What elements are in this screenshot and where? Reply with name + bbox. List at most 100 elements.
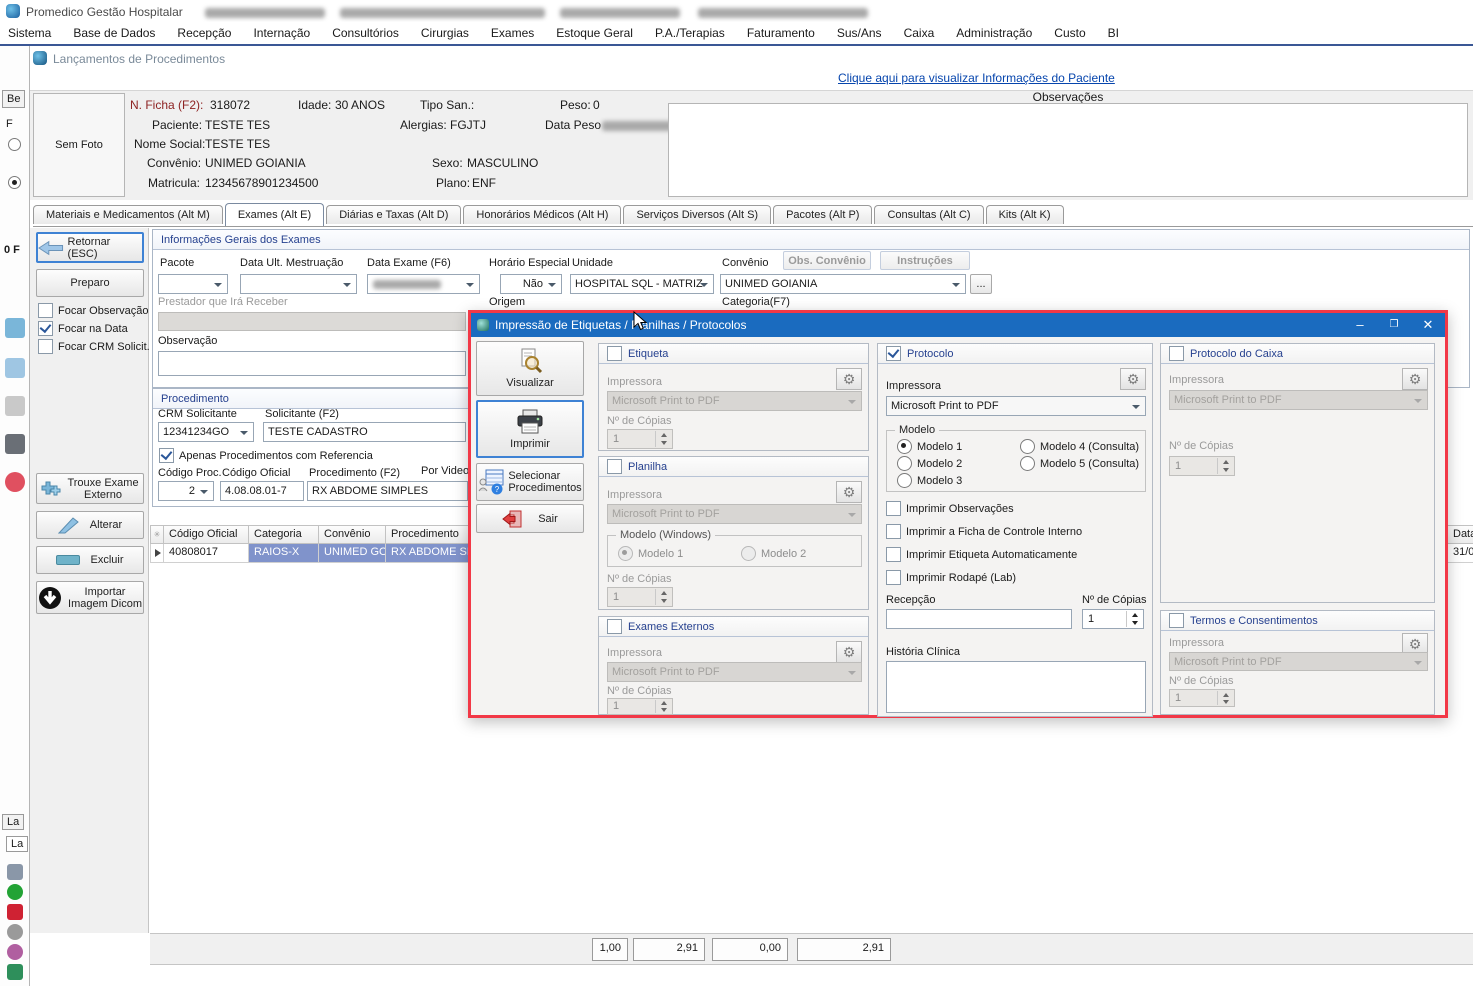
prestador-input[interactable] [158,312,466,331]
importar-dicom-button[interactable]: ImportarImagem Dicom [36,581,144,614]
planilha-checkbox[interactable] [607,459,622,474]
edge-radio[interactable] [8,176,21,189]
tab-exames[interactable]: Exames (Alt E) [225,203,324,226]
edge-icon[interactable] [5,358,25,378]
historia-clinica-textarea[interactable] [886,661,1146,713]
protocolo-modelo1-radio[interactable]: Modelo 1 [897,439,962,454]
protocolo-caixa-printer-select[interactable]: Microsoft Print to PDF [1169,390,1428,410]
codigo-proc-select[interactable]: 2 [158,481,214,501]
grid-col-categoria[interactable]: Categoria [249,525,319,544]
data-exame-select[interactable] [367,274,480,294]
apenas-referencia-checkbox[interactable]: Apenas Procedimentos com Referencia [159,448,373,463]
solicitante-input[interactable]: TESTE CADASTRO [263,422,466,442]
focar-na-data-checkbox[interactable]: Focar na Data [38,321,128,336]
menu-cirurgias[interactable]: Cirurgias [421,26,469,40]
imprimir-rodape-checkbox[interactable]: Imprimir Rodapé (Lab) [886,570,1016,585]
focar-crm-checkbox[interactable]: Focar CRM Solicit. [38,339,150,354]
protocolo-caixa-checkbox[interactable] [1169,346,1184,361]
protocolo-modelo3-radio[interactable]: Modelo 3 [897,473,962,488]
edge-icon[interactable] [7,904,23,920]
menu-custo[interactable]: Custo [1054,26,1085,40]
exames-externos-copies-spinner[interactable]: 1 [607,698,673,715]
menu-internacao[interactable]: Internação [253,26,310,40]
menu-bi[interactable]: BI [1108,26,1119,40]
menu-faturamento[interactable]: Faturamento [747,26,815,40]
trouxe-exame-externo-button[interactable]: Trouxe ExameExterno [36,473,144,504]
recepcao-input[interactable] [886,609,1072,629]
crm-solicitante-select[interactable]: 12341234GO [158,422,254,442]
etiqueta-printer-settings-button[interactable]: ⚙ [836,368,862,390]
codigo-oficial-input[interactable]: 4.08.08.01-7 [220,481,304,501]
grid-col-data[interactable]: Data [1448,525,1473,544]
focar-observacao-checkbox[interactable]: Focar Observação [38,303,148,318]
data-ult-select[interactable] [240,274,357,294]
menu-sus-ans[interactable]: Sus/Ans [837,26,882,40]
menu-administracao[interactable]: Administração [956,26,1032,40]
protocolo-printer-settings-button[interactable]: ⚙ [1120,368,1146,390]
convenio-more-button[interactable]: ... [970,274,992,294]
imprimir-etiqueta-auto-checkbox[interactable]: Imprimir Etiqueta Automaticamente [886,547,1077,562]
planilha-printer-select[interactable]: Microsoft Print to PDF [607,504,862,524]
edge-icon[interactable] [5,318,25,338]
imprimir-ficha-checkbox[interactable]: Imprimir a Ficha de Controle Interno [886,524,1082,539]
dialog-close-button[interactable]: ✕ [1411,313,1445,337]
protocolo-copies-spinner[interactable]: 1 [1082,609,1144,629]
etiqueta-copies-spinner[interactable]: 1 [607,429,673,449]
excluir-button[interactable]: Excluir [36,546,144,574]
dialog-maximize-button[interactable]: ❐ [1377,313,1411,337]
instrucoes-button[interactable]: Instruções [880,251,970,270]
edge-radio[interactable] [8,138,21,151]
planilha-copies-spinner[interactable]: 1 [607,587,673,607]
imprimir-button[interactable]: Imprimir [476,400,584,458]
grid-col-convenio[interactable]: Convênio [319,525,386,544]
retornar-button[interactable]: Retornar (ESC) [36,232,144,263]
horario-especial-select[interactable]: Não [500,274,562,294]
edge-icon[interactable] [7,924,23,940]
edge-icon[interactable] [7,944,23,960]
edge-icon[interactable] [5,434,25,454]
dialog-minimize-button[interactable]: – [1343,313,1377,337]
obs-convenio-button[interactable]: Obs. Convênio [783,251,871,270]
menu-base-de-dados[interactable]: Base de Dados [73,26,155,40]
tab-kits[interactable]: Kits (Alt K) [986,205,1064,224]
exames-externos-printer-select[interactable]: Microsoft Print to PDF [607,662,862,682]
tab-pacotes[interactable]: Pacotes (Alt P) [773,205,872,224]
menu-consultorios[interactable]: Consultórios [332,26,399,40]
edge-icon[interactable] [7,864,23,880]
edge-icon[interactable] [7,964,23,980]
termos-checkbox[interactable] [1169,613,1184,628]
protocolo-modelo5-radio[interactable]: Modelo 5 (Consulta) [1020,456,1139,471]
edge-icon[interactable] [5,396,25,416]
visualizar-button[interactable]: Visualizar [476,341,584,396]
planilha-printer-settings-button[interactable]: ⚙ [836,481,862,503]
unidade-select[interactable]: HOSPITAL SQL - MATRIZ [570,274,714,294]
selecionar-procedimentos-button[interactable]: ? SelecionarProcedimentos [476,463,584,501]
protocolo-caixa-printer-settings-button[interactable]: ⚙ [1402,368,1428,390]
menu-recepcao[interactable]: Recepção [177,26,231,40]
planilha-modelo1-radio[interactable]: Modelo 1 [618,546,683,561]
convenio-select[interactable]: UNIMED GOIANIA [720,274,966,294]
tab-materiais[interactable]: Materiais e Medicamentos (Alt M) [33,205,223,224]
menu-sistema[interactable]: Sistema [8,26,51,40]
planilha-modelo2-radio[interactable]: Modelo 2 [741,546,806,561]
grid-col-codigo[interactable]: Código Oficial [164,525,249,544]
observacoes-box[interactable] [668,103,1468,197]
tab-honorarios[interactable]: Honorários Médicos (Alt H) [463,205,621,224]
procedimento-input[interactable]: RX ABDOME SIMPLES [307,481,468,501]
edge-icon[interactable] [7,884,23,900]
dialog-titlebar[interactable]: Impressão de Etiquetas / Planilhas / Pro… [471,313,1445,337]
etiqueta-printer-select[interactable]: Microsoft Print to PDF [607,391,862,411]
tab-servicos[interactable]: Serviços Diversos (Alt S) [623,205,771,224]
protocolo-checkbox[interactable] [886,346,901,361]
pacote-select[interactable] [158,274,228,294]
patient-info-link[interactable]: Clique aqui para visualizar Informações … [838,71,1115,85]
termos-copies-spinner[interactable]: 1 [1169,689,1235,707]
menu-pa-terapias[interactable]: P.A./Terapias [655,26,725,40]
alterar-button[interactable]: Alterar [36,511,144,539]
edge-icon[interactable] [5,472,25,492]
protocolo-modelo2-radio[interactable]: Modelo 2 [897,456,962,471]
menu-caixa[interactable]: Caixa [904,26,935,40]
menu-estoque-geral[interactable]: Estoque Geral [556,26,633,40]
tab-consultas[interactable]: Consultas (Alt C) [874,205,983,224]
exames-externos-printer-settings-button[interactable]: ⚙ [836,641,862,663]
